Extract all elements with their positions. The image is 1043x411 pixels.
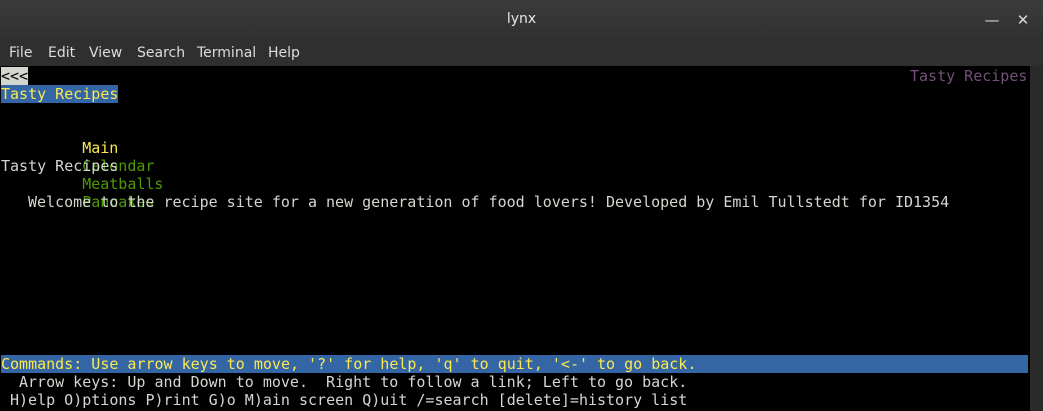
minimize-icon[interactable]: — [980, 8, 1004, 32]
terminal-window: lynx — ✕ File Edit View Search Terminal … [0, 0, 1043, 411]
selected-page-title-link[interactable]: Tasty Recipes [1, 85, 119, 103]
lynx-command-status: Commands: Use arrow keys to move, '?' fo… [1, 355, 1028, 373]
nav-meatballs-link[interactable]: Meatballs [82, 175, 163, 193]
menu-search[interactable]: Search [137, 45, 185, 61]
menu-help[interactable]: Help [268, 45, 300, 61]
window-title: lynx [506, 11, 537, 27]
terminal-scrollbar[interactable] [1030, 66, 1043, 411]
close-icon[interactable]: ✕ [1011, 8, 1035, 32]
page-heading: Tasty Recipes [1, 157, 119, 175]
lynx-arrow-key-help: Arrow keys: Up and Down to move. Right t… [19, 373, 688, 391]
welcome-text: Welcome to the recipe site for a new gen… [28, 193, 950, 211]
menu-file[interactable]: File [9, 45, 32, 61]
lynx-command-help: H)elp O)ptions P)rint G)o M)ain screen Q… [10, 391, 688, 409]
site-navigation: Main Calendar Meatballs Pancakes [28, 121, 163, 211]
menu-terminal[interactable]: Terminal [197, 45, 256, 61]
menu-view[interactable]: View [89, 45, 122, 61]
lynx-terminal[interactable]: <<< Tasty Recipes Tasty Recipes Main Cal… [1, 66, 1030, 411]
menu-bar: File Edit View Search Terminal Help [0, 40, 1043, 66]
back-link[interactable]: <<< [1, 67, 29, 85]
nav-main-link[interactable]: Main [82, 139, 118, 157]
window-titlebar[interactable]: lynx — ✕ [0, 0, 1043, 40]
menu-edit[interactable]: Edit [48, 45, 75, 61]
top-right-page-title: Tasty Recipes [910, 67, 1028, 85]
